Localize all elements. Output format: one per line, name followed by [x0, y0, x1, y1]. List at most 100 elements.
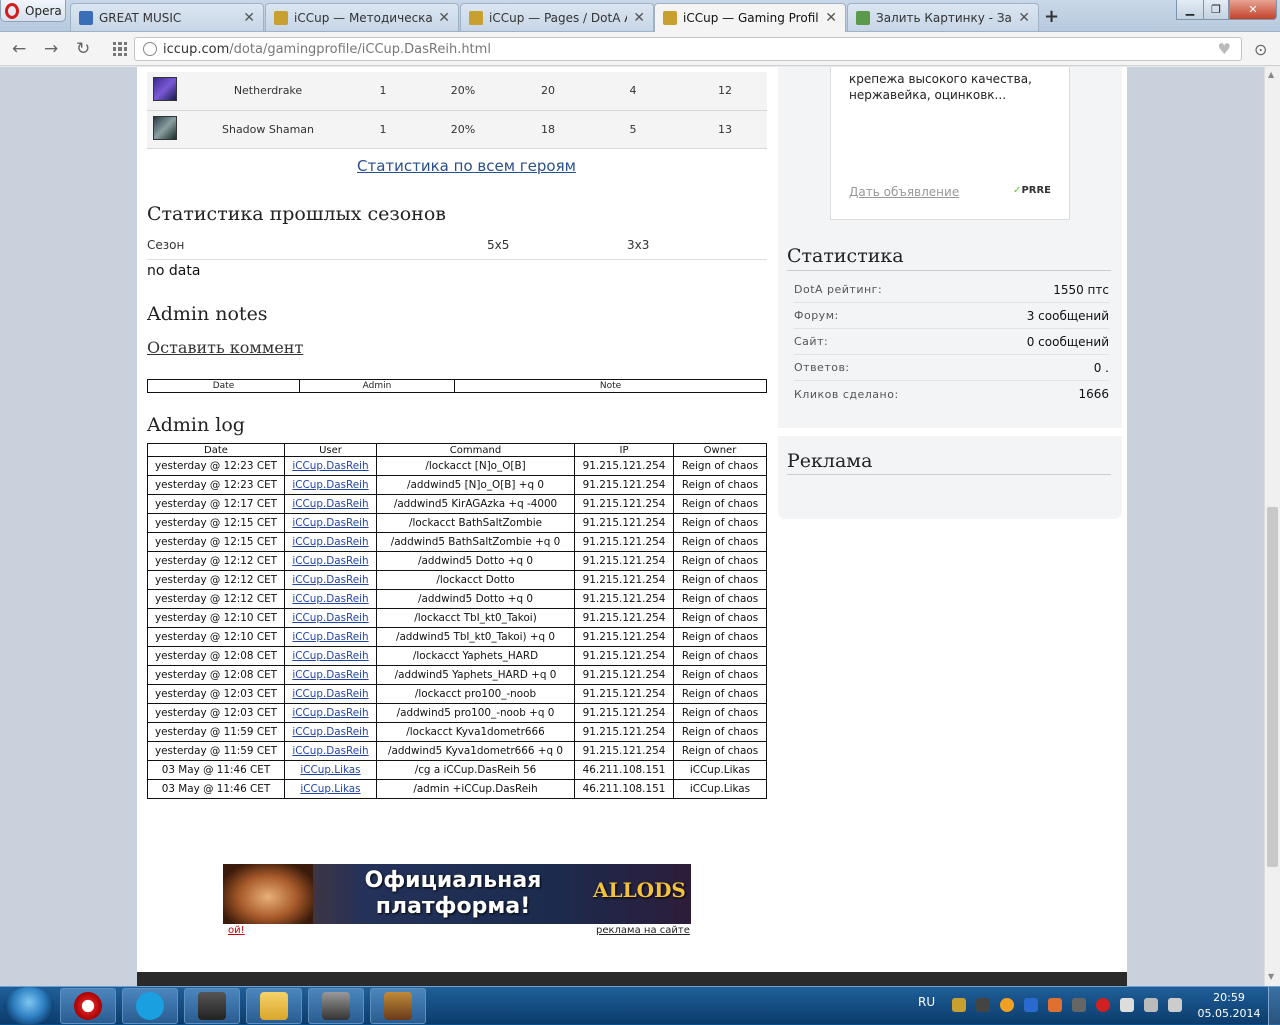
log-ip: 91.215.121.254 [574, 551, 674, 571]
log-owner: Reign of chaos [673, 722, 767, 742]
network-icon[interactable] [1144, 998, 1158, 1012]
close-icon[interactable]: ✕ [1018, 10, 1030, 26]
close-icon[interactable]: ✕ [633, 10, 645, 26]
log-user-link[interactable]: iCCup.DasReih [284, 513, 377, 533]
back-arrow-icon[interactable]: ← [12, 39, 26, 59]
table-row: yesterday @ 12:12 CET iCCup.DasReih/addwi… [147, 589, 767, 609]
reload-icon[interactable]: ↻ [76, 39, 90, 59]
log-user-link[interactable]: iCCup.DasReih [284, 627, 377, 647]
place-ad-link[interactable]: Дать объявление [849, 185, 959, 199]
log-owner: Reign of chaos [673, 627, 767, 647]
scroll-up-arrow-icon[interactable]: ▲ [1268, 70, 1274, 79]
speed-dial-icon[interactable] [113, 42, 127, 56]
scroll-down-arrow-icon[interactable]: ▼ [1268, 972, 1274, 981]
new-tab-button[interactable]: + [1044, 6, 1059, 27]
log-user-link[interactable]: iCCup.Likas [284, 779, 377, 799]
log-user-link[interactable]: iCCup.DasReih [284, 741, 377, 761]
speaker-icon[interactable] [1168, 998, 1182, 1012]
leave-comment-link[interactable]: Оставить коммент [147, 338, 303, 357]
allods-banner-ad[interactable]: Официальная платформа! ALLODS [223, 864, 691, 924]
tab-great-music[interactable]: GREAT MUSIC ✕ [70, 3, 264, 31]
address-bar[interactable]: iccup.com/dota/gamingprofile/iCCup.DasRe… [134, 37, 1242, 61]
close-icon[interactable]: ✕ [438, 10, 450, 26]
hero-name: Shadow Shaman [183, 110, 353, 149]
log-user-link[interactable]: iCCup.DasReih [284, 684, 377, 704]
log-user-link[interactable]: iCCup.DasReih [284, 589, 377, 609]
tray-app-icon[interactable] [976, 998, 990, 1012]
minimize-button[interactable]: ▁ [1176, 0, 1204, 20]
log-user-link[interactable]: iCCup.DasReih [284, 722, 377, 742]
log-command: /addwind5 BathSaltZombie +q 0 [376, 532, 575, 552]
hero-stat-4: 4 [583, 72, 683, 111]
table-row: yesterday @ 12:03 CET iCCup.DasReih/addwi… [147, 703, 767, 723]
tab-upload-image[interactable]: Залить Картинку - Загру ✕ [847, 3, 1039, 31]
app-icon [322, 992, 350, 1020]
log-user-link[interactable]: iCCup.DasReih [284, 570, 377, 590]
show-desktop-button[interactable] [1268, 987, 1280, 1025]
admin-notes-title: Admin notes [147, 303, 268, 325]
language-indicator[interactable]: RU [918, 995, 935, 1009]
log-user-link[interactable]: iCCup.Likas [284, 760, 377, 780]
taskbar-warcraft[interactable] [184, 988, 240, 1024]
iccup-favicon-icon [469, 10, 483, 25]
vertical-scrollbar[interactable]: ▲ ▼ [1264, 67, 1280, 986]
bluetooth-icon[interactable] [1024, 998, 1038, 1012]
taskbar-explorer[interactable] [246, 988, 302, 1024]
log-ip: 91.215.121.254 [574, 532, 674, 552]
log-user-link[interactable]: iCCup.DasReih [284, 532, 377, 552]
keyboard-layout-icon[interactable] [1072, 998, 1086, 1012]
game-icon [384, 992, 412, 1020]
taskbar-app[interactable] [308, 988, 364, 1024]
tab-iccup-methodical[interactable]: iCCup — Методическая и ✕ [265, 3, 459, 31]
close-icon[interactable]: ✕ [825, 10, 837, 26]
tab-iccup-gaming-profile[interactable]: iCCup — Gaming Profile / ✕ [654, 3, 846, 32]
flag-icon[interactable] [1120, 998, 1134, 1012]
hero-name: Netherdrake [183, 72, 353, 111]
volume-icon[interactable] [1048, 998, 1062, 1012]
log-user-link[interactable]: iCCup.DasReih [284, 456, 377, 476]
scrollbar-thumb[interactable] [1267, 507, 1278, 867]
divider [787, 270, 1111, 271]
taskbar-game[interactable] [370, 988, 426, 1024]
log-owner: Reign of chaos [673, 551, 767, 571]
taskbar-opera[interactable] [60, 988, 116, 1024]
table-row: yesterday @ 12:12 CET iCCup.DasReih/addwi… [147, 551, 767, 571]
log-user-link[interactable]: iCCup.DasReih [284, 475, 377, 495]
all-heroes-stats-link[interactable]: Статистика по всем героям [357, 157, 576, 175]
taskbar-skype[interactable] [122, 988, 178, 1024]
log-owner: Reign of chaos [673, 494, 767, 514]
log-ip: 91.215.121.254 [574, 722, 674, 742]
log-user-link[interactable]: iCCup.DasReih [284, 646, 377, 666]
site-info-icon[interactable] [143, 42, 157, 56]
start-button[interactable] [4, 987, 54, 1025]
opera-icon [74, 992, 102, 1020]
opera-menu-button[interactable]: Opera [0, 0, 66, 22]
log-user-link[interactable]: iCCup.DasReih [284, 608, 377, 628]
table-row: yesterday @ 12:15 CET iCCup.DasReih/locka… [147, 513, 767, 533]
banner-oops-link[interactable]: ой! [228, 925, 245, 936]
log-user-link[interactable]: iCCup.DasReih [284, 551, 377, 571]
prre-brand-logo[interactable]: ✓PRRE [1013, 185, 1051, 196]
tab-iccup-pages[interactable]: iCCup — Pages / DotA Ad ✕ [460, 3, 654, 31]
tray-orange-icon[interactable] [1000, 998, 1014, 1012]
maximize-button[interactable]: ❐ [1203, 0, 1229, 20]
advertise-on-site-link[interactable]: реклама на сайте [596, 925, 690, 936]
close-icon[interactable]: ✕ [243, 10, 255, 26]
table-row: Shadow Shaman 1 20% 18 5 13 [147, 110, 767, 149]
log-owner: Reign of chaos [673, 665, 767, 685]
downloads-icon[interactable]: ⊙ [1254, 40, 1267, 59]
close-window-button[interactable]: ✕ [1229, 0, 1277, 20]
ad-text[interactable]: крепежа высокого качества, нержавейка, о… [849, 71, 1059, 103]
log-command: /addwind5 Dotto +q 0 [376, 589, 575, 609]
bookmark-heart-icon[interactable]: ♥ [1218, 40, 1231, 58]
log-header-date: Date [147, 443, 285, 457]
log-user-link[interactable]: iCCup.DasReih [284, 494, 377, 514]
antivirus-icon[interactable] [1096, 998, 1110, 1012]
log-user-link[interactable]: iCCup.DasReih [284, 703, 377, 723]
system-clock[interactable]: 20:59 05.05.2014 [1196, 990, 1262, 1022]
iccup-tray-icon[interactable] [952, 998, 966, 1012]
log-header-owner: Owner [673, 443, 767, 457]
forward-arrow-icon[interactable]: → [44, 39, 58, 59]
log-user-link[interactable]: iCCup.DasReih [284, 665, 377, 685]
opera-logo-icon [5, 2, 19, 19]
